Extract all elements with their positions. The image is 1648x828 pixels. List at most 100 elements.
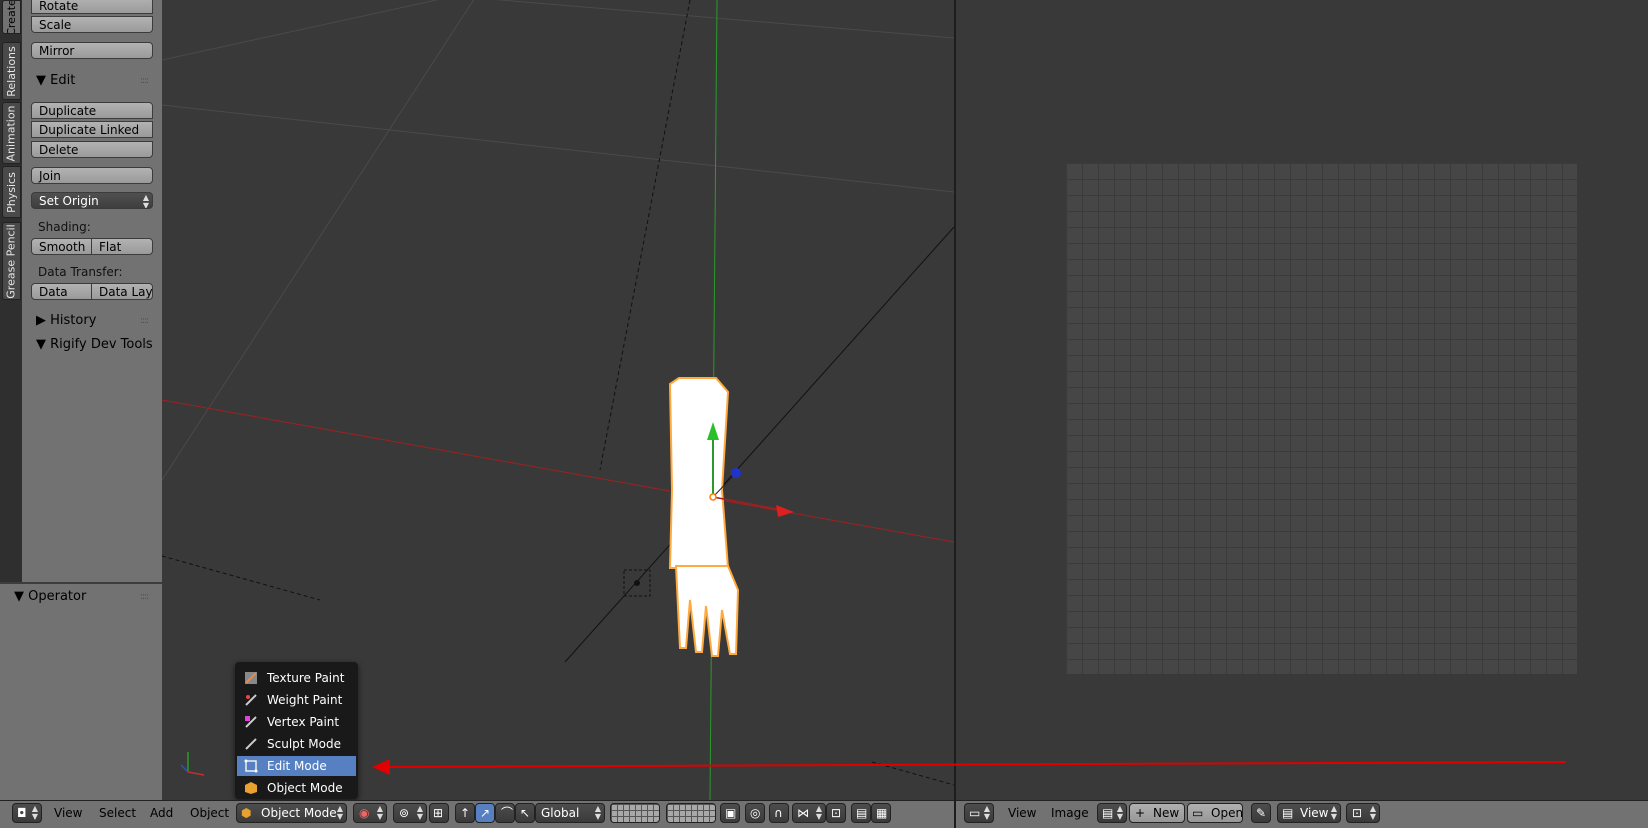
tab-relations[interactable]: Relations [2,42,21,100]
panel-grip-icon[interactable]: :::: [140,316,149,326]
delete-button[interactable]: Delete [31,141,153,158]
tab-label: Physics [5,171,18,213]
hand-mesh[interactable] [674,565,740,657]
view-selector-label: View [1300,806,1329,820]
axis-gizmo-x [187,771,205,776]
mode-selector[interactable]: ⬢ Object Mode ▲ ▼ [236,803,347,823]
object-mode-icon: ⬢ [241,806,252,820]
updown-arrows-icon: ▲ ▼ [376,804,383,821]
menu-view[interactable]: View [1008,806,1036,820]
join-button[interactable]: Join [31,167,153,184]
transform-tool-button[interactable]: ↖ [515,803,535,823]
scale-icon: ⌒ [501,806,514,820]
texture-paint-icon [244,671,258,685]
menu-add[interactable]: Add [150,806,173,820]
pivot-point-selector[interactable]: ⊚ ▲ ▼ [393,803,427,823]
snap-element-selector[interactable]: ⋈ ▲ ▼ [792,803,826,823]
menu-image[interactable]: Image [1051,806,1089,820]
new-image-button[interactable]: + New [1129,803,1185,823]
snap-target-button[interactable]: ⊡ [826,803,846,823]
updown-arrows-icon: ▲ ▼ [594,804,601,821]
scale-manipulator-button[interactable]: ⌒ [495,803,515,823]
set-origin-dropdown[interactable]: Set Origin ▲ ▼ [31,192,153,209]
rotate-button[interactable]: Rotate [31,0,153,14]
arm-mesh-object[interactable] [668,377,730,569]
grid-line [162,0,439,61]
editor-type-selector[interactable]: ◘ ▲ ▼ [12,803,42,823]
layers-grid-1[interactable] [610,803,660,823]
operator-panel-header[interactable]: ▼ Operator [14,589,86,604]
panel-grip-icon[interactable]: :::: [140,76,149,86]
proportional-edit-button[interactable]: ◎ [745,803,765,823]
z-manipulator-handle[interactable] [731,468,741,478]
mode-dropdown-menu: Texture Paint Weight Paint Vertex Paint … [235,662,358,799]
tab-physics[interactable]: Physics [2,166,21,218]
data-layout-button[interactable]: Data Layo [91,283,153,300]
grid-line [162,0,475,481]
menu-object[interactable]: Object [190,806,229,820]
editor-mode-selector[interactable]: ▤ View ▲ ▼ [1277,803,1341,823]
new-button-label: New [1153,806,1180,820]
lock-layers-button[interactable]: ▣ [720,803,740,823]
history-panel-header[interactable]: ▶ History [36,313,96,328]
edit-panel-header[interactable]: ▼ Edit [36,73,75,88]
operator-panel: ▼ Operator :::: [0,582,163,802]
tab-create[interactable]: Create [2,0,21,34]
transform-orientation-selector[interactable]: Global ▲ ▼ [535,803,605,823]
view-mode-icon: ▤ [1282,806,1294,820]
x-axis-line [162,399,954,543]
lamp-direction-line [564,226,954,663]
tab-animation[interactable]: Animation [2,102,21,164]
menu-item-edit-mode[interactable]: Edit Mode [237,756,356,776]
scale-button[interactable]: Scale [31,16,153,33]
menu-item-sculpt-mode[interactable]: Sculpt Mode [237,734,356,754]
menu-item-object-mode[interactable]: Object Mode [237,778,356,798]
menu-item-label: Texture Paint [267,671,345,685]
panel-grip-icon[interactable]: :::: [140,592,149,602]
translate-manipulator-button[interactable]: ↑ [455,803,475,823]
translate-axes-icon: ↑ [460,806,471,820]
rotate-manipulator-button[interactable]: ↗ [475,803,495,823]
flat-button[interactable]: Flat [91,238,153,255]
smooth-button[interactable]: Smooth [31,238,92,255]
tab-label: Grease Pencil [5,223,19,299]
x-manipulator-arrow[interactable] [776,505,794,517]
edit-panel-title: Edit [50,73,76,88]
tab-label: Animation [5,104,18,162]
snap-toggle-button[interactable]: ∩ [769,803,789,823]
image-browse-icon: ▤ [1102,806,1114,820]
axis-gizmo-z [180,764,189,773]
image-editor-type-selector[interactable]: ▭ ▲ ▼ [964,803,994,823]
duplicate-linked-button[interactable]: Duplicate Linked [31,121,153,138]
panel-grip-icon[interactable]: :::: [140,340,149,350]
render-opengl-button[interactable]: ▤ [851,803,871,823]
menu-item-vertex-paint[interactable]: Vertex Paint [237,712,356,732]
object-origin [709,493,717,501]
snap-increment-icon: ⋈ [797,806,809,820]
layers-grid-2[interactable] [666,803,716,823]
manipulator-toggle[interactable]: ⊞ [429,803,449,823]
tab-grease-pencil[interactable]: Grease Pencil [2,222,21,300]
mirror-button[interactable]: Mirror [31,42,153,59]
render-animation-button[interactable]: ▦ [871,803,891,823]
updown-arrows-icon: ▲ ▼ [142,193,149,209]
open-image-button[interactable]: ▭ Open [1187,803,1243,823]
duplicate-button[interactable]: Duplicate [31,102,153,119]
menu-select[interactable]: Select [99,806,136,820]
camera-icon: ▤ [856,806,868,820]
menu-view[interactable]: View [54,806,82,820]
menu-item-texture-paint[interactable]: Texture Paint [237,668,356,688]
pivot-selector[interactable]: ⊡ ▲ ▼ [1346,803,1380,823]
viewport-shading-selector[interactable]: ◉ ▲ ▼ [353,803,387,823]
edit-mode-icon [244,759,258,773]
browse-image-selector[interactable]: ▤ ▲ ▼ [1097,803,1127,823]
mode-selector-label: Object Mode [261,806,337,820]
updown-arrows-icon: ▲ ▼ [336,804,343,821]
data-button[interactable]: Data [31,283,92,300]
manipulator-icon: ⊞ [433,806,444,820]
rigify-panel-header[interactable]: ▼ Rigify Dev Tools [36,337,153,352]
pivot-bounding-icon: ⊡ [1352,806,1363,820]
menu-item-weight-paint[interactable]: Weight Paint [237,690,356,710]
pin-image-button[interactable]: ✎ [1251,803,1271,823]
rigify-panel-title: Rigify Dev Tools [50,337,153,352]
